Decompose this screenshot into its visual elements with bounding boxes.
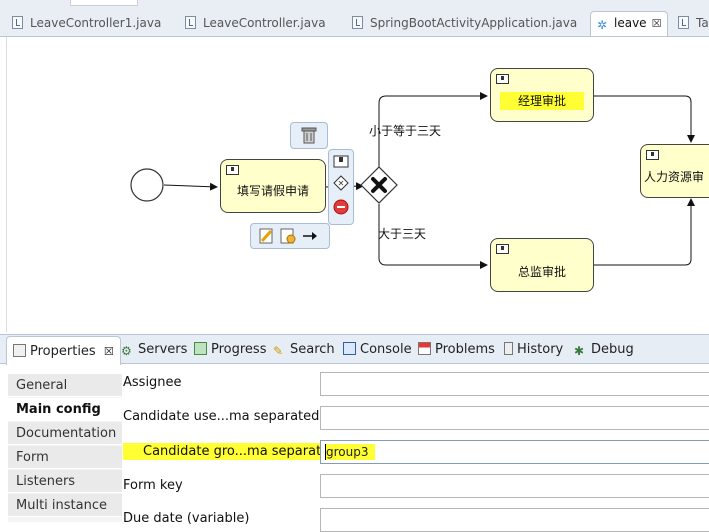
user-task-icon xyxy=(646,150,659,160)
task-hr-approval[interactable]: 人力资源审 xyxy=(640,144,709,198)
tab-label: Debug xyxy=(591,342,634,357)
java-file-icon xyxy=(678,16,689,29)
edit-pad[interactable] xyxy=(250,223,330,249)
tab-history[interactable]: History xyxy=(504,335,563,364)
append-end-event-icon[interactable] xyxy=(333,199,349,215)
problems-icon xyxy=(418,342,431,355)
tab-label: Properties xyxy=(30,344,96,359)
user-task-icon xyxy=(496,244,509,254)
tab-label: leave xyxy=(614,16,647,30)
connect-arrow-icon[interactable] xyxy=(303,232,317,240)
condition-label-le3[interactable]: 小于等于三天 xyxy=(369,122,441,139)
console-icon xyxy=(343,342,356,355)
properties-section-list: General Main config Documentation Form L… xyxy=(8,374,122,522)
delete-pad[interactable] xyxy=(290,122,328,149)
condition-label-gt3[interactable]: 大于三天 xyxy=(378,225,426,242)
close-icon[interactable]: ☒ xyxy=(652,17,662,30)
tab-console[interactable]: Console xyxy=(343,335,412,364)
close-icon[interactable]: ☒ xyxy=(104,345,114,358)
task-fill-leave[interactable]: 填写请假申请 xyxy=(220,159,326,213)
flow-manager-to-hr[interactable] xyxy=(591,95,695,143)
task-manager-approval[interactable]: 经理审批 xyxy=(490,68,594,122)
assignee-label: Assignee xyxy=(123,375,182,390)
task-director-approval[interactable]: 总监审批 xyxy=(490,238,594,292)
tab-springboot-app[interactable]: SpringBootActivityApplication.java xyxy=(352,12,577,35)
section-form[interactable]: Form xyxy=(8,446,122,469)
tab-servers[interactable]: ⚙ Servers xyxy=(121,335,187,364)
tab-label: Progress xyxy=(211,342,267,357)
edit-pad-icons xyxy=(259,228,317,244)
servers-icon: ⚙ xyxy=(121,344,132,358)
tab-label: History xyxy=(517,342,564,357)
edit-label-icon[interactable] xyxy=(259,228,273,244)
trash-icon xyxy=(301,127,317,144)
java-file-icon xyxy=(12,16,23,29)
due-date-label: Due date (variable) xyxy=(123,511,250,526)
editor-tab-strip-top xyxy=(70,0,138,6)
section-listeners[interactable]: Listeners xyxy=(8,470,122,493)
tab-label: SpringBootActivityApplication.java xyxy=(370,16,578,30)
flow-start-to-fill[interactable] xyxy=(163,182,218,191)
tab-label: LeaveController1.java xyxy=(30,16,162,30)
user-task-icon xyxy=(226,165,239,175)
task-label: 人力资源审 xyxy=(644,170,705,184)
debug-icon: ✱ xyxy=(574,344,585,358)
append-pad-icons: ✕ xyxy=(333,155,349,215)
progress-icon xyxy=(194,342,207,355)
tab-leavecontroller[interactable]: LeaveController.java xyxy=(185,12,326,35)
diagram-canvas[interactable]: 填写请假申请 经理审批 总监审批 人力资源审 小于等于三天 大于三天 ✕ xyxy=(6,37,709,332)
append-task-icon[interactable] xyxy=(333,155,349,168)
search-icon: ✎ xyxy=(273,344,284,358)
properties-icon xyxy=(13,344,26,357)
append-pad[interactable]: ✕ xyxy=(328,149,354,225)
user-task-icon xyxy=(496,74,509,84)
tab-problems[interactable]: Problems xyxy=(418,335,495,364)
history-icon xyxy=(504,342,513,355)
due-date-input[interactable] xyxy=(320,508,709,532)
task-label: 总监审批 xyxy=(517,265,566,279)
candidate-groups-input[interactable]: group3 xyxy=(320,440,709,464)
tab-label: Ta xyxy=(696,16,709,30)
tab-label: Problems xyxy=(435,342,495,357)
assignee-input[interactable] xyxy=(320,372,709,396)
java-file-icon xyxy=(352,16,363,29)
task-label: 经理审批 xyxy=(499,92,584,110)
tab-leave[interactable]: ✲ leave ☒ xyxy=(590,11,669,36)
flow-director-to-hr[interactable] xyxy=(591,198,695,266)
tab-ta[interactable]: Ta xyxy=(678,12,709,35)
append-gateway-icon[interactable]: ✕ xyxy=(333,175,349,191)
tab-search[interactable]: ✎ Search xyxy=(273,335,335,364)
tab-label: Servers xyxy=(138,342,188,357)
tab-label: Console xyxy=(360,342,412,357)
tab-progress[interactable]: Progress xyxy=(194,335,266,364)
candidate-groups-value: group3 xyxy=(325,444,375,460)
candidate-users-label: Candidate use...ma separated) xyxy=(123,409,325,424)
view-tab-bar: Properties ☒ ⚙ Servers Progress ✎ Search C… xyxy=(0,334,709,365)
tab-properties[interactable]: Properties ☒ xyxy=(6,336,121,365)
section-general[interactable]: General xyxy=(8,374,122,397)
candidate-users-input[interactable] xyxy=(320,406,709,430)
task-label: 填写请假申请 xyxy=(236,184,309,198)
tab-label: Search xyxy=(290,342,335,357)
java-file-icon xyxy=(185,16,196,29)
tab-debug[interactable]: ✱ Debug xyxy=(574,335,634,364)
tab-label: LeaveController.java xyxy=(203,16,326,30)
form-key-input[interactable] xyxy=(320,474,709,498)
svg-text:✕: ✕ xyxy=(338,179,345,188)
tab-leavecontroller1[interactable]: LeaveController1.java xyxy=(12,12,161,35)
change-type-icon[interactable] xyxy=(280,228,296,244)
section-multi-instance[interactable]: Multi instance xyxy=(8,494,122,517)
start-event[interactable] xyxy=(130,168,164,202)
sequence-flows xyxy=(130,92,695,269)
section-documentation[interactable]: Documentation xyxy=(8,422,122,445)
editor-tab-bar: LeaveController1.java LeaveController.ja… xyxy=(0,0,709,37)
task-label-wrap: 经理审批 xyxy=(491,92,593,110)
section-main-config[interactable]: Main config xyxy=(8,398,122,421)
form-key-label: Form key xyxy=(123,478,183,493)
activiti-diagram-icon: ✲ xyxy=(597,18,608,32)
